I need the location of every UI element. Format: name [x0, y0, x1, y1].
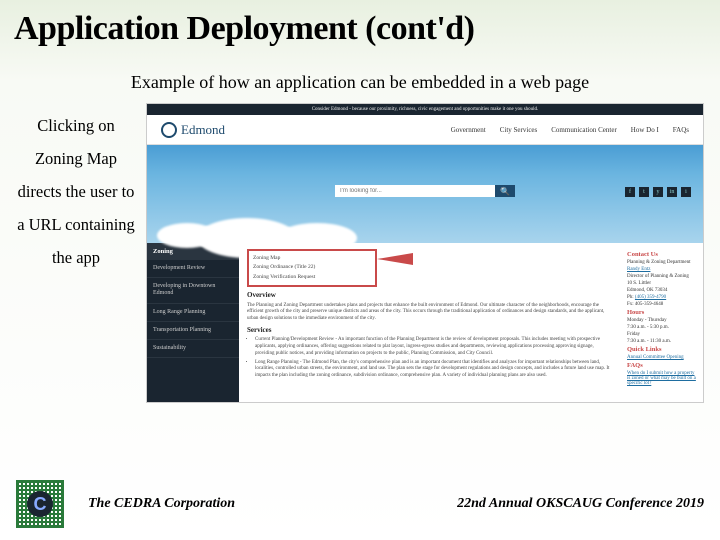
- nav-item[interactable]: Communication Center: [551, 126, 617, 134]
- section-overview-heading: Overview: [247, 291, 613, 300]
- nav-item[interactable]: How Do I: [631, 126, 659, 134]
- dropdown-item[interactable]: Zoning Ordinance (Title 22): [253, 263, 371, 272]
- slide-title: Application Deployment (cont'd): [0, 0, 720, 48]
- search-input[interactable]: [335, 185, 495, 197]
- twitter-icon[interactable]: t: [639, 187, 649, 197]
- contact-dept: Planning & Zoning Department: [627, 260, 697, 265]
- contact-fax: 405-359-4648: [635, 302, 663, 307]
- zoning-dropdown: Zoning Map Zoning Ordinance (Title 22) Z…: [247, 249, 377, 287]
- facebook-icon[interactable]: f: [625, 187, 635, 197]
- contact-header: Contact Us: [627, 251, 697, 258]
- slide-subtitle: Example of how an application can be emb…: [0, 48, 720, 103]
- logo-icon: [161, 122, 177, 138]
- contact-addr: Edmond, OK 73034: [627, 288, 697, 293]
- sidebar-item[interactable]: Sustainability: [147, 340, 239, 358]
- quicklinks-header: Quick Links: [627, 346, 697, 353]
- hero-image: 🔍 f t y in i: [147, 145, 703, 243]
- embedded-screenshot: Consider Edmond - because our proximity,…: [146, 103, 704, 403]
- sidebar-item[interactable]: Long Range Planning: [147, 304, 239, 322]
- service-item: Current Planning/Development Review - An…: [255, 337, 613, 357]
- nav-item[interactable]: City Services: [500, 126, 538, 134]
- linkedin-icon[interactable]: in: [667, 187, 677, 197]
- search-bar: 🔍: [335, 185, 515, 197]
- slide-footer: The CEDRA Corporation 22nd Annual OKSCAU…: [16, 480, 704, 528]
- side-annotation: Clicking on Zoning Map directs the user …: [16, 103, 136, 403]
- section-services-heading: Services: [247, 326, 613, 335]
- contact-phone[interactable]: (405) 359-4790: [635, 295, 666, 300]
- hours-line: Monday - Thursday: [627, 318, 697, 323]
- cedra-logo-icon: [16, 480, 64, 528]
- search-button[interactable]: 🔍: [495, 185, 515, 197]
- sidebar-item[interactable]: Developing in Downtown Edmond: [147, 278, 239, 303]
- site-navbar: Edmond Government City Services Communic…: [147, 115, 703, 145]
- contact-name[interactable]: Randy Entz: [627, 267, 650, 272]
- hours-header: Hours: [627, 309, 697, 316]
- site-banner: Consider Edmond - because our proximity,…: [147, 104, 703, 115]
- youtube-icon[interactable]: y: [653, 187, 663, 197]
- dropdown-item[interactable]: Zoning Verification Request: [253, 273, 371, 282]
- contact-sidebar: Contact Us Planning & Zoning Department …: [621, 243, 703, 403]
- contact-title: Director of Planning & Zoning: [627, 274, 697, 279]
- footer-company: The CEDRA Corporation: [88, 496, 235, 512]
- hours-line: Friday: [627, 332, 697, 337]
- faq-link[interactable]: When do I submit how a property is zoned…: [627, 371, 696, 386]
- dropdown-item-zoning-map[interactable]: Zoning Map: [253, 254, 371, 263]
- page-sidebar: Zoning Development Review Developing in …: [147, 243, 239, 403]
- site-logo: Edmond: [161, 122, 225, 138]
- nav-items: Government City Services Communication C…: [451, 126, 689, 134]
- overview-text: The Planning and Zoning Department under…: [247, 303, 613, 323]
- faq-header: FAQs: [627, 362, 697, 369]
- footer-conference: 22nd Annual OKSCAUG Conference 2019: [457, 496, 704, 512]
- nav-item[interactable]: Government: [451, 126, 486, 134]
- service-item: Long Range Planning - The Edmond Plan, t…: [255, 360, 613, 380]
- social-icons: f t y in i: [625, 187, 691, 197]
- callout-arrow-icon: [377, 253, 413, 265]
- contact-addr: 10 S. Littler: [627, 281, 697, 286]
- sidebar-item[interactable]: Development Review: [147, 260, 239, 278]
- sidebar-item[interactable]: Transportation Planning: [147, 322, 239, 340]
- nav-item[interactable]: FAQs: [673, 126, 689, 134]
- hours-line: 7:30 a.m. - 5:30 p.m.: [627, 325, 697, 330]
- hours-line: 7:30 a.m. - 11:30 a.m.: [627, 339, 697, 344]
- instagram-icon[interactable]: i: [681, 187, 691, 197]
- logo-text: Edmond: [181, 122, 225, 138]
- quick-link[interactable]: Annual Committee Opening: [627, 355, 684, 360]
- page-main: Zoning Map Zoning Ordinance (Title 22) Z…: [239, 243, 621, 403]
